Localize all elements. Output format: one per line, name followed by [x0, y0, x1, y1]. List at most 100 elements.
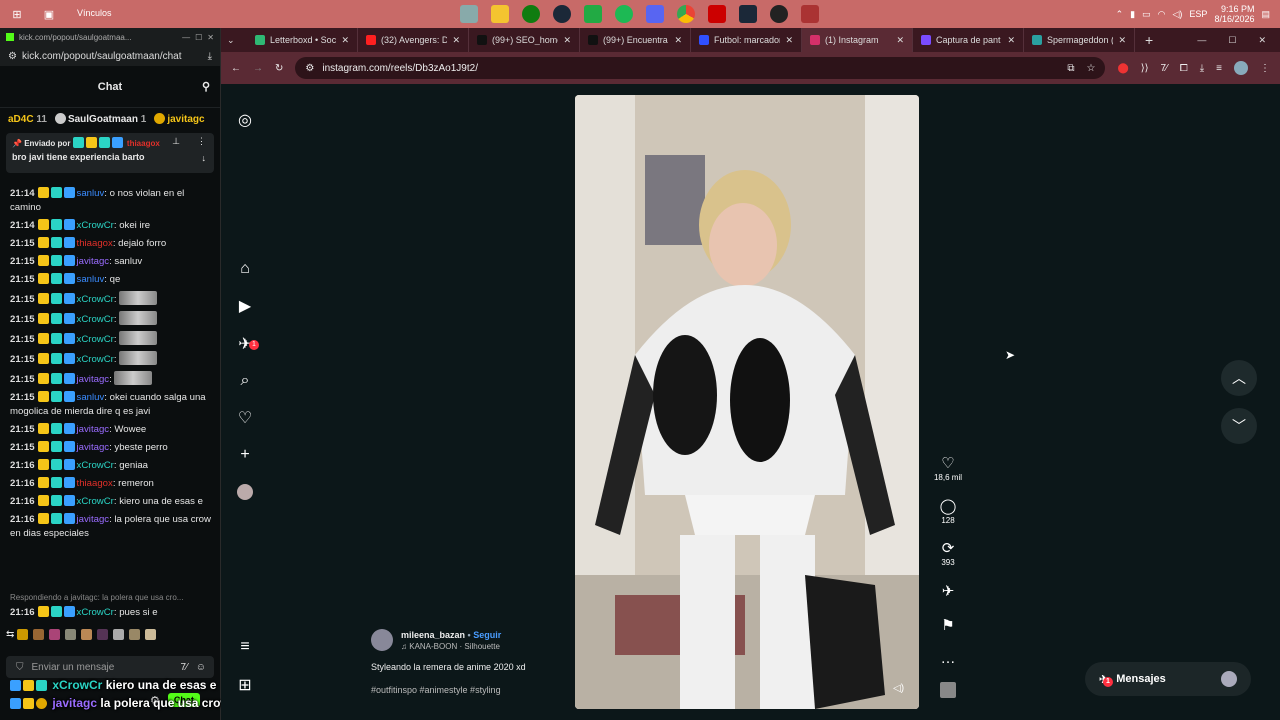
extension-icon[interactable]: ⬤	[1117, 63, 1128, 74]
pinned-by[interactable]: thiaagox	[127, 139, 160, 148]
next-reel-button[interactable]: ﹀	[1221, 408, 1257, 444]
tab-close-icon[interactable]: ✕	[896, 35, 904, 46]
emote[interactable]	[33, 629, 45, 640]
message-username[interactable]: xCrowCr	[77, 496, 114, 507]
chat-message[interactable]: 21:14 sanluv: o nos violan en el camino	[0, 185, 221, 217]
vinculos-toolbar[interactable]: Vínculos	[77, 8, 112, 18]
repost-button[interactable]: ⟳ 393	[929, 539, 967, 567]
kick-emote-icon[interactable]: 7⁄	[181, 662, 188, 673]
chat-message[interactable]: 21:15 javitagc: ybeste perro	[0, 439, 221, 457]
files-icon[interactable]	[491, 5, 509, 23]
messages-button[interactable]: ✈ 1 Mensajes	[1085, 662, 1251, 696]
search-icon[interactable]: ⌕	[233, 369, 257, 393]
emote[interactable]	[113, 629, 125, 640]
chrome-icon[interactable]	[677, 5, 695, 23]
app-icon[interactable]	[708, 5, 726, 23]
emote[interactable]	[145, 629, 157, 640]
message-username[interactable]: thiaagox	[77, 478, 113, 489]
heart-icon[interactable]: ♡	[233, 406, 257, 430]
previous-reel-button[interactable]: ︿	[1221, 360, 1257, 396]
more-options-icon[interactable]: ⋮	[197, 136, 206, 147]
browser-tab[interactable]: Letterboxd • Soci ✕	[247, 28, 358, 52]
gifter-item[interactable]: SaulGoatmaan 1	[54, 113, 146, 125]
home-icon[interactable]: ⌂	[233, 257, 257, 281]
chat-message[interactable]: 21:15 javitagc:	[0, 369, 221, 389]
minimize-icon[interactable]: —	[182, 33, 190, 42]
minimize-icon[interactable]: —	[1197, 35, 1206, 46]
chat-message[interactable]: 21:16 xCrowCr: kiero una de esas e	[0, 493, 221, 511]
audio-thumbnail[interactable]	[929, 682, 967, 702]
emoji-icon[interactable]: ☺	[196, 662, 206, 673]
menu-icon[interactable]: ⋮	[1260, 63, 1270, 74]
chat-message[interactable]: 21:15 xCrowCr:	[0, 349, 221, 369]
message-username[interactable]: xCrowCr	[77, 354, 114, 365]
reels-icon[interactable]: ▶	[233, 294, 257, 318]
message-username[interactable]: sanluv	[77, 392, 105, 403]
forward-icon[interactable]: →	[253, 63, 263, 74]
comment-button[interactable]: ◯ 128	[929, 497, 967, 525]
mute-icon[interactable]: ◁)	[893, 683, 904, 694]
windows-start-icon[interactable]: ⊞	[8, 5, 26, 23]
meta-icon[interactable]: ⊞	[233, 673, 257, 697]
chat-message[interactable]: 21:14 xCrowCr: okei ire	[0, 217, 221, 235]
message-username[interactable]: xCrowCr	[77, 314, 114, 325]
spotify-icon[interactable]	[615, 5, 633, 23]
wifi-icon[interactable]: ◠	[1158, 9, 1166, 20]
close-icon[interactable]: ✕	[1258, 35, 1266, 46]
message-username[interactable]: xCrowCr	[77, 334, 114, 345]
tab-close-icon[interactable]: ✕	[674, 35, 682, 46]
collapse-icon[interactable]: ↓	[202, 153, 207, 163]
browser-tab[interactable]: Spermageddon (✕	[1024, 28, 1135, 52]
tab-close-icon[interactable]: ✕	[341, 35, 349, 46]
author-avatar[interactable]	[371, 629, 393, 651]
chat-url[interactable]: kick.com/popout/saulgoatmaan/chat	[22, 51, 182, 62]
shield-icon[interactable]: ⛉	[16, 662, 24, 673]
chat-message[interactable]: 21:15 javitagc: Wowee	[0, 421, 221, 439]
gifter-item[interactable]: aD4C 11	[8, 114, 47, 125]
site-info-icon[interactable]: ⚙	[305, 63, 314, 74]
bookmark-star-icon[interactable]: ☆	[1087, 63, 1096, 74]
volume-icon[interactable]: ◁)	[1173, 9, 1183, 20]
instagram-logo-icon[interactable]: ◎	[233, 108, 257, 132]
chat-message-input[interactable]: ⛉ Enviar un mensaje 7⁄ ☺	[6, 656, 214, 678]
message-username[interactable]: xCrowCr	[77, 460, 114, 471]
notification-icon[interactable]: ▤	[1261, 9, 1270, 20]
more-menu-icon[interactable]: ≡	[233, 635, 257, 659]
xbox-icon[interactable]	[522, 5, 540, 23]
app2-icon[interactable]	[770, 5, 788, 23]
emote[interactable]	[65, 629, 77, 640]
message-username[interactable]: thiaagox	[77, 238, 113, 249]
emote[interactable]	[97, 629, 109, 640]
browser-tab[interactable]: Futbol: marcador ✕	[691, 28, 802, 52]
mic-icon[interactable]: ▮	[1130, 9, 1135, 20]
chat-message[interactable]: 21:15 sanluv: qe	[0, 271, 221, 289]
chat-message[interactable]: 21:15 thiaagox: dejalo forro	[0, 235, 221, 253]
battery-icon[interactable]: ▭	[1142, 9, 1151, 20]
emote[interactable]	[17, 629, 29, 640]
folder-icon[interactable]	[460, 5, 478, 23]
chat-message[interactable]: 21:15 xCrowCr:	[0, 309, 221, 329]
url-field[interactable]: ⚙ instagram.com/reels/Db3zAo1J9t2/ ⧉ ☆	[295, 57, 1106, 79]
profile-avatar[interactable]	[1234, 61, 1248, 75]
save-button[interactable]: ⚑	[929, 616, 967, 634]
steam-icon[interactable]	[739, 5, 757, 23]
message-username[interactable]: javitagc	[77, 514, 110, 525]
emote[interactable]	[81, 629, 93, 640]
install-app-icon[interactable]: ⧉	[1067, 63, 1074, 74]
direct-messages-icon[interactable]: ✈ 1	[233, 332, 259, 356]
message-username[interactable]: xCrowCr	[77, 294, 114, 305]
maximize-icon[interactable]: ☐	[1228, 35, 1236, 46]
like-button[interactable]: ♡ 18,6 mil	[929, 454, 967, 482]
extension3-icon[interactable]: 7⁄	[1161, 63, 1168, 74]
browser-tab[interactable]: (99+) SEO_homep ✕	[469, 28, 580, 52]
create-icon[interactable]: +	[233, 443, 257, 467]
chat-message[interactable]: 21:15 javitagc: sanluv	[0, 253, 221, 271]
refresh-icon[interactable]: ⇆	[6, 629, 14, 640]
reload-icon[interactable]: ↻	[275, 63, 283, 74]
author-username[interactable]: mileena_bazan	[401, 630, 465, 640]
chat-message[interactable]: 21:15 xCrowCr:	[0, 329, 221, 349]
more-options-button[interactable]: …	[929, 650, 967, 667]
follow-button[interactable]: Seguir	[473, 630, 501, 640]
message-username[interactable]: javitagc	[77, 256, 110, 267]
downloads-icon[interactable]: ⤓	[1200, 63, 1204, 74]
